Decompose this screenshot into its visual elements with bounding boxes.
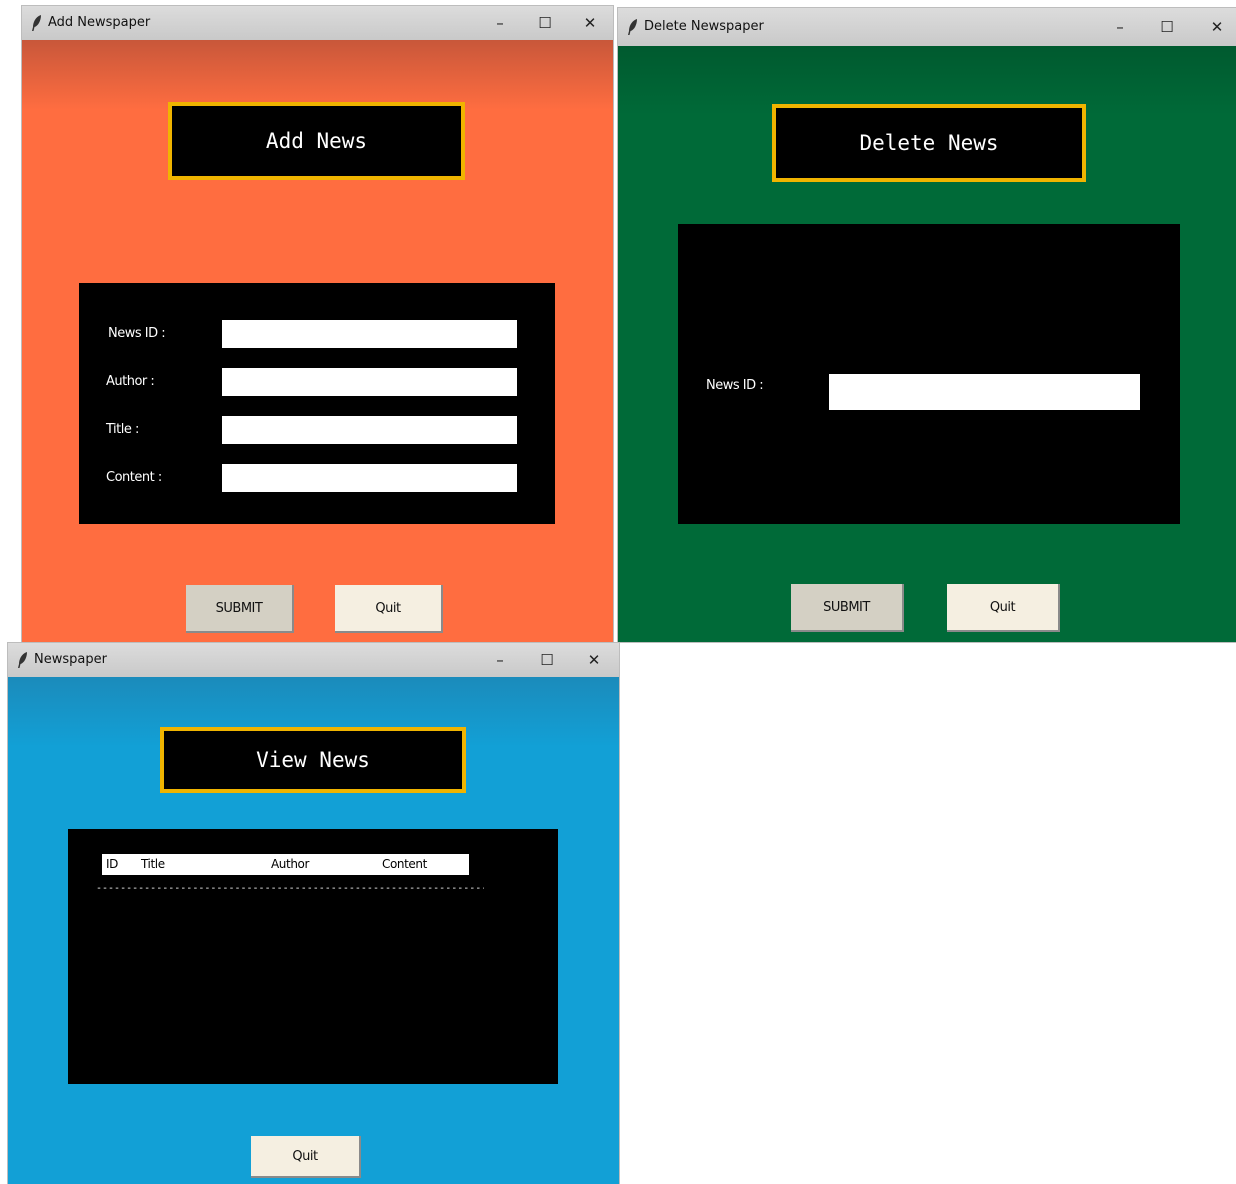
close-icon[interactable]: ✕ — [1206, 16, 1228, 38]
minimize-icon[interactable]: – — [1109, 16, 1131, 38]
author-label: Author : — [106, 374, 155, 389]
content-label: Content : — [106, 470, 162, 485]
page-title: View News — [160, 727, 466, 793]
page-title: Add News — [168, 102, 465, 180]
feather-icon — [18, 652, 27, 668]
delete-window-body: Delete News News ID : SUBMIT Quit — [618, 46, 1236, 642]
form-panel: News ID : — [678, 224, 1180, 524]
maximize-icon[interactable]: ☐ — [534, 12, 556, 34]
quit-button[interactable]: Quit — [335, 585, 443, 633]
content-field[interactable] — [222, 464, 517, 492]
quit-button[interactable]: Quit — [947, 584, 1060, 632]
table-header: ID Title Author Content — [102, 854, 469, 875]
view-window-titlebar[interactable]: Newspaper – ☐ ✕ — [8, 643, 619, 677]
submit-button[interactable]: SUBMIT — [791, 584, 904, 632]
maximize-icon[interactable]: ☐ — [536, 649, 558, 671]
add-newspaper-window: Add Newspaper – ☐ ✕ Add News News ID : A… — [22, 6, 613, 642]
table-separator: ----------------------------------------… — [96, 883, 484, 894]
title-field[interactable] — [222, 416, 517, 444]
delete-window-titlebar[interactable]: Delete Newspaper – ☐ ✕ — [618, 8, 1236, 46]
page-title: Delete News — [772, 104, 1086, 182]
view-newspaper-window: Newspaper – ☐ ✕ View News ID Title Autho… — [8, 643, 619, 1184]
news-id-field[interactable] — [829, 374, 1140, 410]
quit-button[interactable]: Quit — [251, 1136, 361, 1178]
minimize-icon[interactable]: – — [489, 649, 511, 671]
window-title: Add Newspaper — [48, 15, 151, 30]
maximize-icon[interactable]: ☐ — [1156, 16, 1178, 38]
close-icon[interactable]: ✕ — [579, 12, 601, 34]
close-icon[interactable]: ✕ — [583, 649, 605, 671]
feather-icon — [628, 19, 637, 35]
column-author: Author — [271, 857, 310, 871]
news-list-panel: ID Title Author Content ----------------… — [68, 829, 558, 1084]
view-window-body: View News ID Title Author Content ------… — [8, 677, 619, 1184]
news-id-field[interactable] — [222, 320, 517, 348]
title-label: Title : — [106, 422, 139, 437]
minimize-icon[interactable]: – — [489, 12, 511, 34]
news-id-label: News ID : — [108, 326, 166, 341]
window-title: Newspaper — [34, 652, 107, 667]
feather-icon — [32, 15, 41, 31]
delete-newspaper-window: Delete Newspaper – ☐ ✕ Delete News News … — [618, 8, 1236, 642]
column-content: Content — [382, 857, 427, 871]
submit-button[interactable]: SUBMIT — [186, 585, 294, 633]
column-title: Title — [141, 857, 165, 871]
column-id: ID — [106, 857, 118, 871]
form-panel: News ID : Author : Title : Content : — [79, 283, 555, 524]
add-window-titlebar[interactable]: Add Newspaper – ☐ ✕ — [22, 6, 613, 40]
news-id-label: News ID : — [706, 378, 764, 393]
author-field[interactable] — [222, 368, 517, 396]
window-title: Delete Newspaper — [644, 19, 764, 34]
add-window-body: Add News News ID : Author : Title : Cont… — [22, 40, 613, 642]
